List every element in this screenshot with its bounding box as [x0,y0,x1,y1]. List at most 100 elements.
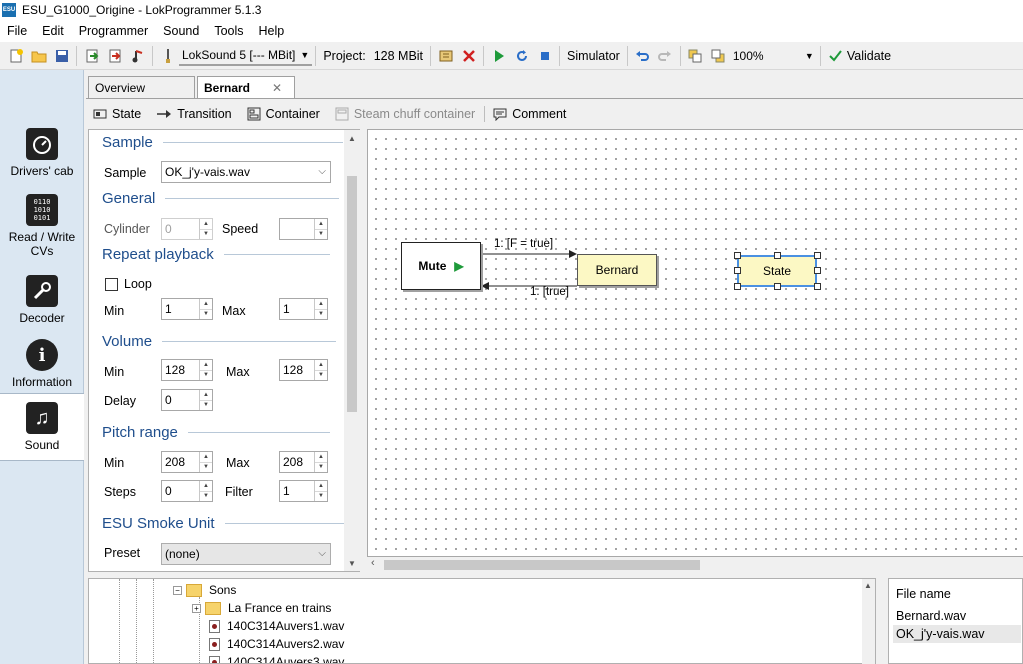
tree-file[interactable]: 140C314Auvers2.wav [209,635,344,653]
tree-file[interactable]: 140C314Auvers1.wav [209,617,344,635]
section-esu-smoke-unit: ESU Smoke Unit [102,515,357,532]
menu-file[interactable]: File [0,20,35,42]
close-icon[interactable]: ✕ [272,81,282,95]
spinner-arrows[interactable]: ▲ ▼ [314,452,327,472]
nav-read-write-cvs[interactable]: 0110 1010 0101 Read / Write CVs [0,194,84,258]
spinner-arrows[interactable]: ▲ ▼ [199,481,212,501]
state-node-mute[interactable]: Mute ▶ [401,242,481,290]
tree-folder-la-france-en-trains[interactable]: + La France en trains [192,599,331,617]
spinner-arrows[interactable]: ▲ ▼ [199,452,212,472]
speed-input[interactable]: ▲ ▼ [279,218,328,240]
collapse-icon[interactable]: − [173,585,182,595]
stop-icon[interactable] [533,45,556,67]
import-icon[interactable] [80,45,103,67]
resize-handle[interactable] [774,283,781,290]
spinner-arrows[interactable]: ▲ ▼ [314,219,327,239]
scroll-thumb[interactable] [384,560,700,570]
zoom-select[interactable]: 100% ▼ [730,46,817,66]
menu-programmer[interactable]: Programmer [72,20,156,42]
resize-handle[interactable] [814,267,821,274]
music-note-icon: ♫ [26,402,58,434]
tree-folder-sons[interactable]: − Sons [173,581,236,599]
programmer-tool-icon[interactable] [156,45,179,67]
resize-handle[interactable] [814,252,821,259]
resize-handle[interactable] [734,283,741,290]
diagram-canvas[interactable]: Mute ▶ Bernard State 1: [F = true] 1: [t… [367,129,1023,557]
export-icon[interactable] [103,45,126,67]
menu-help[interactable]: Help [252,20,293,42]
nav-sound[interactable]: ♫ Sound [0,393,84,461]
undo-icon[interactable] [631,45,654,67]
tab-bernard[interactable]: Bernard ✕ [197,76,295,99]
transition-label[interactable]: 1: [true] [530,286,569,298]
scroll-left-icon[interactable]: ‹ [371,557,375,569]
file-list-item[interactable]: OK_j'y-vais.wav [893,625,1021,643]
validate-button[interactable]: Validate [824,49,895,63]
add-transition-button[interactable]: Transition [149,107,239,121]
add-container-button[interactable]: Container [240,107,328,121]
spinner-arrows[interactable]: ▲ ▼ [314,299,327,319]
add-state-button[interactable]: State [86,107,149,121]
tab-overview[interactable]: Overview [88,76,195,98]
save-icon[interactable] [50,45,73,67]
file-list-item[interactable]: Bernard.wav [896,607,1023,625]
file-name-column-header[interactable]: File name [896,587,951,601]
resize-handle[interactable] [774,252,781,259]
spinner-arrows[interactable]: ▲ ▼ [199,360,212,380]
redo-icon[interactable] [654,45,677,67]
steps-input[interactable]: 0 ▲ ▼ [161,480,213,502]
volume-max-input[interactable]: 128 ▲ ▼ [279,359,328,381]
sample-select[interactable]: OK_j'y-vais.wav ⌵ [161,161,331,183]
spinner-arrows[interactable]: ▲ ▼ [314,481,327,501]
loop-checkbox[interactable] [105,278,118,291]
state-node-bernard[interactable]: Bernard [577,254,657,286]
scroll-up-icon[interactable]: ▲ [344,130,360,146]
diagram-toolbar: State Transition Container Steam chuff c… [86,103,1023,125]
menu-tools[interactable]: Tools [207,20,251,42]
bring-front-icon[interactable] [684,45,707,67]
simulator-button[interactable]: Simulator [563,49,624,63]
play-icon[interactable] [487,45,510,67]
scroll-down-icon[interactable]: ▼ [344,555,360,571]
tree-file[interactable]: 140C314Auvers3.wav [209,653,344,663]
scroll-thumb[interactable] [347,176,357,412]
preset-select[interactable]: (none) ⌵ [161,543,331,565]
send-back-icon[interactable] [707,45,730,67]
nav-drivers-cab[interactable]: Drivers' cab [0,128,84,178]
spinner-arrows[interactable]: ▲ ▼ [199,299,212,319]
decoder-type-select[interactable]: LokSound 5 [--- MBit] ▼ [179,46,313,66]
canvas-scrollbar[interactable]: ‹ [367,557,1023,572]
toolbar-separator [76,45,77,66]
spinner-arrows[interactable]: ▲ ▼ [199,390,212,410]
menu-sound[interactable]: Sound [156,20,207,42]
nav-information[interactable]: i Information [0,339,84,389]
menu-edit[interactable]: Edit [35,20,72,42]
spinner-arrows[interactable]: ▲ ▼ [199,219,212,239]
delete-icon[interactable] [457,45,480,67]
delay-input[interactable]: 0 ▲ ▼ [161,389,213,411]
tree-scrollbar[interactable]: ▲ [862,579,875,664]
open-folder-icon[interactable] [27,45,50,67]
repeat-min-input[interactable]: 1 ▲ ▼ [161,298,213,320]
pitch-min-input[interactable]: 208 ▲ ▼ [161,451,213,473]
transition-label[interactable]: 1: [F = true] [494,238,553,250]
volume-min-input[interactable]: 128 ▲ ▼ [161,359,213,381]
spinner-arrows[interactable]: ▲ ▼ [314,360,327,380]
flash-decoder-icon[interactable] [434,45,457,67]
resize-handle[interactable] [734,267,741,274]
pitch-max-input[interactable]: 208 ▲ ▼ [279,451,328,473]
scroll-up-icon[interactable]: ▲ [864,581,872,590]
add-comment-button[interactable]: Comment [486,107,574,121]
reload-icon[interactable] [510,45,533,67]
expand-icon[interactable]: + [192,603,201,613]
new-project-icon[interactable] [4,45,27,67]
resize-handle[interactable] [734,252,741,259]
nav-decoder[interactable]: Decoder [0,275,84,325]
resize-handle[interactable] [814,283,821,290]
cylinder-input[interactable]: 0 ▲ ▼ [161,218,213,240]
filter-input[interactable]: 1 ▲ ▼ [279,480,328,502]
repeat-max-input[interactable]: 1 ▲ ▼ [279,298,328,320]
sound-file-icon[interactable] [126,45,149,67]
properties-scrollbar[interactable]: ▲ ▼ [344,130,360,571]
add-steam-chuff-button[interactable]: Steam chuff container [328,107,483,121]
